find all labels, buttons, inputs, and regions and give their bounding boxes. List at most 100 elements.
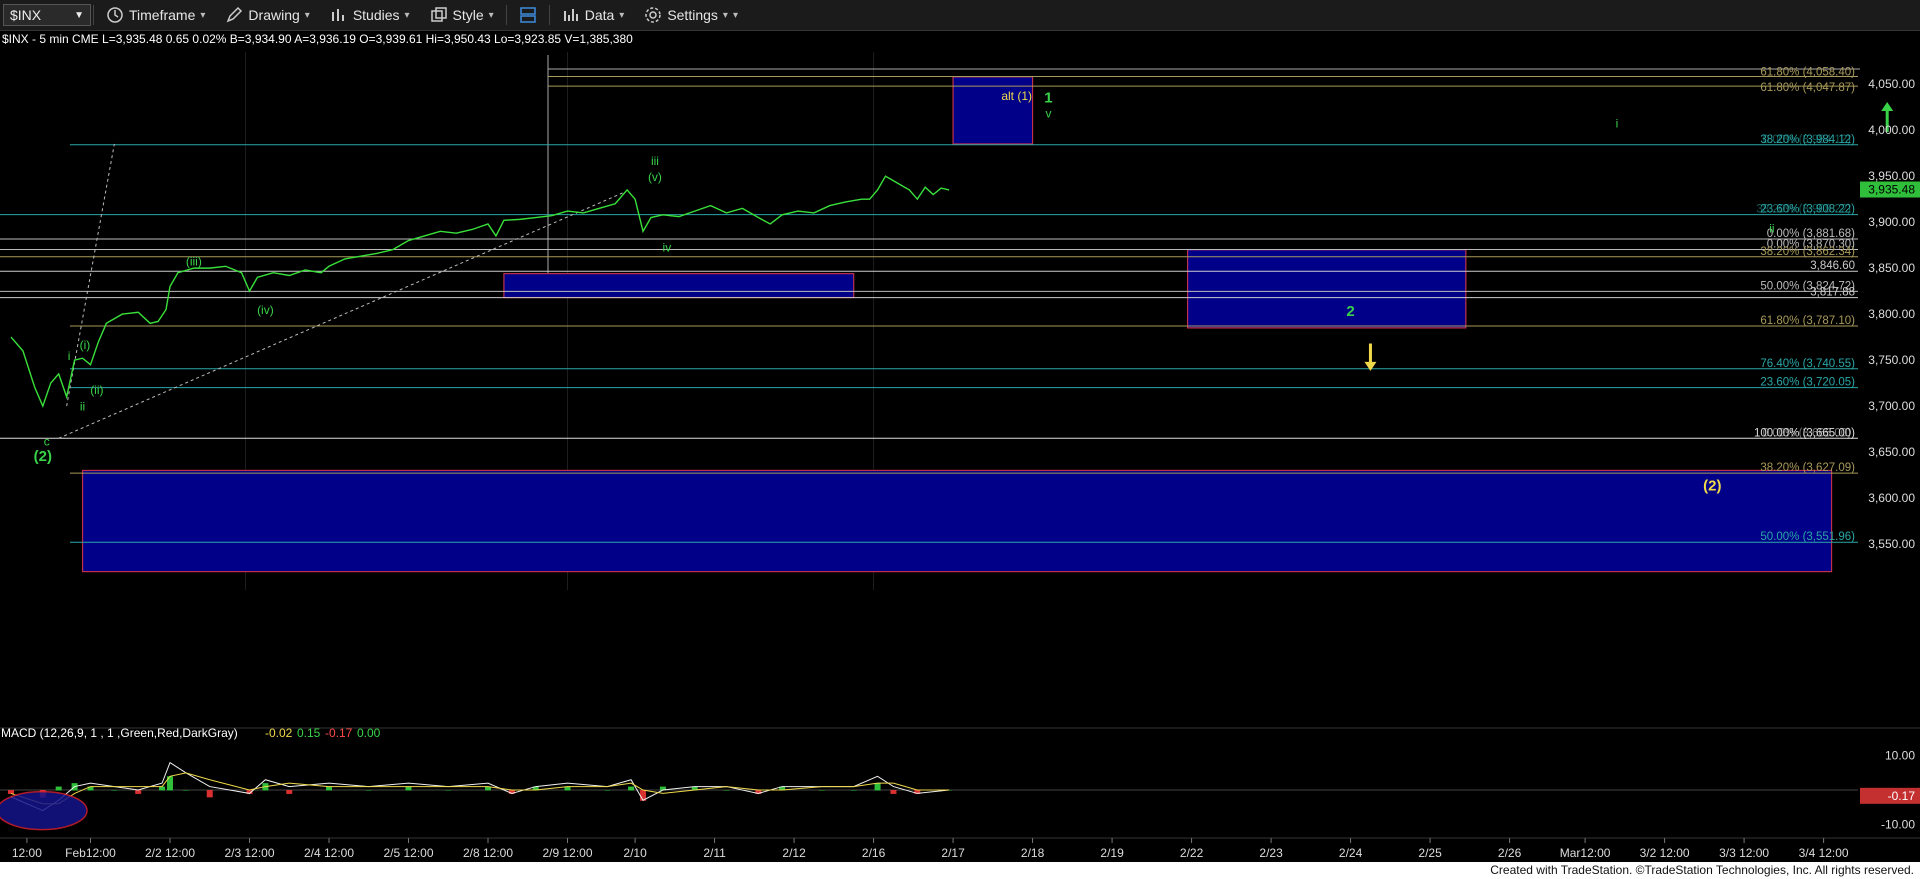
box-layer — [81, 76, 1833, 573]
x-axis-tick: 2/18 — [1021, 846, 1045, 860]
fib-level-label: 76.40% (3,740.55) — [1760, 358, 1855, 370]
fib-level-label: 38.20% (3,627.09) — [1760, 462, 1855, 474]
x-axis-tick: 2/16 — [862, 846, 886, 860]
caret-down-icon: ▾ — [488, 9, 494, 21]
x-axis-tick: Mar12:00 — [1560, 846, 1611, 860]
studies-button[interactable]: Studies ▾ — [320, 2, 420, 28]
studies-label: Studies — [352, 7, 400, 23]
data-button[interactable]: Data ▾ — [552, 2, 635, 28]
fib-level-label: 23.60% (3,720.05) — [1760, 377, 1855, 389]
y-axis-tick: 3,650.00 — [1868, 445, 1915, 459]
macd-histogram-bar — [365, 790, 372, 791]
x-axis-tick: 2/25 — [1418, 846, 1442, 860]
chevron-down-icon: ▼ — [74, 9, 84, 21]
fib-level-label: 50.00% (3,551.96) — [1760, 531, 1855, 543]
x-axis-tick: 2/8 12:00 — [463, 846, 513, 860]
wave-label: 1 — [1044, 90, 1052, 107]
x-axis-tick: 2/23 — [1259, 846, 1283, 860]
trend-line — [58, 192, 624, 439]
symbol-input[interactable]: $INX ▼ — [3, 4, 91, 26]
y-axis-tick: 3,700.00 — [1868, 399, 1915, 413]
layout-button[interactable] — [509, 2, 547, 28]
layout-icon — [519, 7, 536, 23]
macd-histogram-bar — [326, 786, 332, 791]
macd-value-3: -0.17 — [325, 726, 353, 740]
x-axis-tick: 2/24 — [1339, 846, 1363, 860]
macd-value-2: 0.15 — [297, 726, 321, 740]
wave-label: (v) — [648, 170, 662, 184]
x-axis-tick: 2/3 12:00 — [224, 846, 274, 860]
x-axis-tick: 2/5 12:00 — [383, 846, 433, 860]
wave-label: (2) — [1703, 478, 1721, 495]
macd-histogram-bar — [818, 790, 825, 791]
macd-histogram-bar — [286, 790, 293, 794]
macd-histogram-bar — [890, 790, 897, 794]
y-axis-tick: 3,850.00 — [1868, 261, 1915, 275]
wave-label: (ii) — [90, 383, 103, 397]
target-box — [952, 76, 1034, 145]
macd-histogram-bar — [206, 790, 213, 798]
fib-level-label-overlap: 0.00% (3,984.12) — [1763, 134, 1851, 146]
x-axis-tick: Feb12:00 — [65, 846, 116, 860]
wave-label: (2) — [34, 448, 52, 465]
macd-histogram-bar — [445, 790, 452, 791]
wave-label: c — [44, 435, 50, 449]
macd-histogram-bar — [159, 786, 166, 791]
timeframe-button[interactable]: Timeframe ▾ — [96, 2, 215, 28]
wave-label: 2 — [1346, 303, 1354, 320]
toolbar-divider — [505, 5, 507, 25]
drawing-label: Drawing — [248, 7, 300, 23]
fib-level-label: 3,846.60 — [1810, 260, 1855, 272]
settings-label: Settings — [667, 7, 718, 23]
price-chart[interactable]: 38.20% (3,984.12)0.00% (3,984.12)23.60% … — [0, 30, 1920, 862]
x-axis-tick: 2/22 — [1180, 846, 1204, 860]
macd-value-1: -0.02 — [265, 726, 293, 740]
wave-label: v — [1045, 106, 1051, 120]
macd-histogram-bar — [8, 790, 14, 794]
fib-level-label: 61.80% (4,058.40) — [1760, 66, 1855, 78]
axis-layer: 4,050.00 4,000.00 3,950.00 3,900.00 3,850.00… — [0, 77, 1920, 860]
wave-label: i — [1616, 116, 1619, 130]
fib-level-label: 61.80% (4,047.87) — [1760, 82, 1855, 94]
x-axis-tick: 2/2 12:00 — [145, 846, 195, 860]
symbol-text: $INX — [10, 7, 42, 23]
x-axis-tick: 2/11 — [703, 846, 726, 860]
fib-level-label: 38.20% (3,862.34) — [1760, 246, 1855, 258]
last-price-value: 3,935.48 — [1868, 183, 1915, 197]
footer: Created with TradeStation. ©TradeStation… — [0, 862, 1920, 879]
x-axis-tick: 2/4 12:00 — [304, 846, 354, 860]
fib-level-label-overlap: 38.20% (3,908.22) — [1756, 204, 1851, 216]
pencil-icon — [227, 6, 243, 23]
x-axis-tick: 2/12 — [782, 846, 806, 860]
x-axis-tick: 3/4 12:00 — [1799, 846, 1849, 860]
style-label: Style — [452, 7, 484, 23]
y-axis-tick: 4,000.00 — [1868, 123, 1915, 137]
toolbar-divider — [93, 5, 94, 25]
target-box — [503, 273, 855, 299]
x-axis-tick: 2/19 — [1100, 846, 1124, 860]
macd-y-tick: -10.00 — [1881, 817, 1915, 831]
wave-label: (iii) — [186, 254, 202, 268]
target-box — [1186, 249, 1467, 329]
x-axis-tick: 3/2 12:00 — [1640, 846, 1690, 860]
y-axis-tick: 3,750.00 — [1868, 353, 1915, 367]
macd-histogram-bar — [604, 790, 611, 791]
x-axis-tick: 2/17 — [941, 846, 965, 860]
x-axis-tick: 2/26 — [1498, 846, 1522, 860]
macd-signal-line — [10, 772, 950, 805]
chart-header: $INX - 5 min CME L=3,935.48 0.65 0.02% B… — [2, 32, 633, 46]
macd-histogram-bar — [111, 790, 118, 791]
drawing-button[interactable]: Drawing ▾ — [215, 2, 319, 28]
y-axis-tick: 3,900.00 — [1868, 215, 1915, 229]
y-axis-tick: 3,550.00 — [1868, 537, 1915, 551]
clock-icon — [107, 7, 123, 23]
style-button[interactable]: Style ▾ — [420, 2, 504, 28]
settings-button[interactable]: Settings ▾ ▾ — [634, 2, 748, 28]
direction-arrowhead — [1881, 101, 1894, 111]
footer-credit: Created with TradeStation. ©TradeStation… — [1490, 863, 1914, 877]
toolbar: $INX ▼ Timeframe ▾ Drawing ▾ Studies ▾ S… — [0, 0, 1920, 31]
fib-level-label: 61.80% (3,787.10) — [1760, 315, 1855, 327]
macd-highlight-ellipse — [0, 790, 88, 831]
macd-layer: 10.00 -10.00 -0.17 — [0, 727, 1920, 831]
caret-down-icon: ▾ — [304, 9, 310, 21]
